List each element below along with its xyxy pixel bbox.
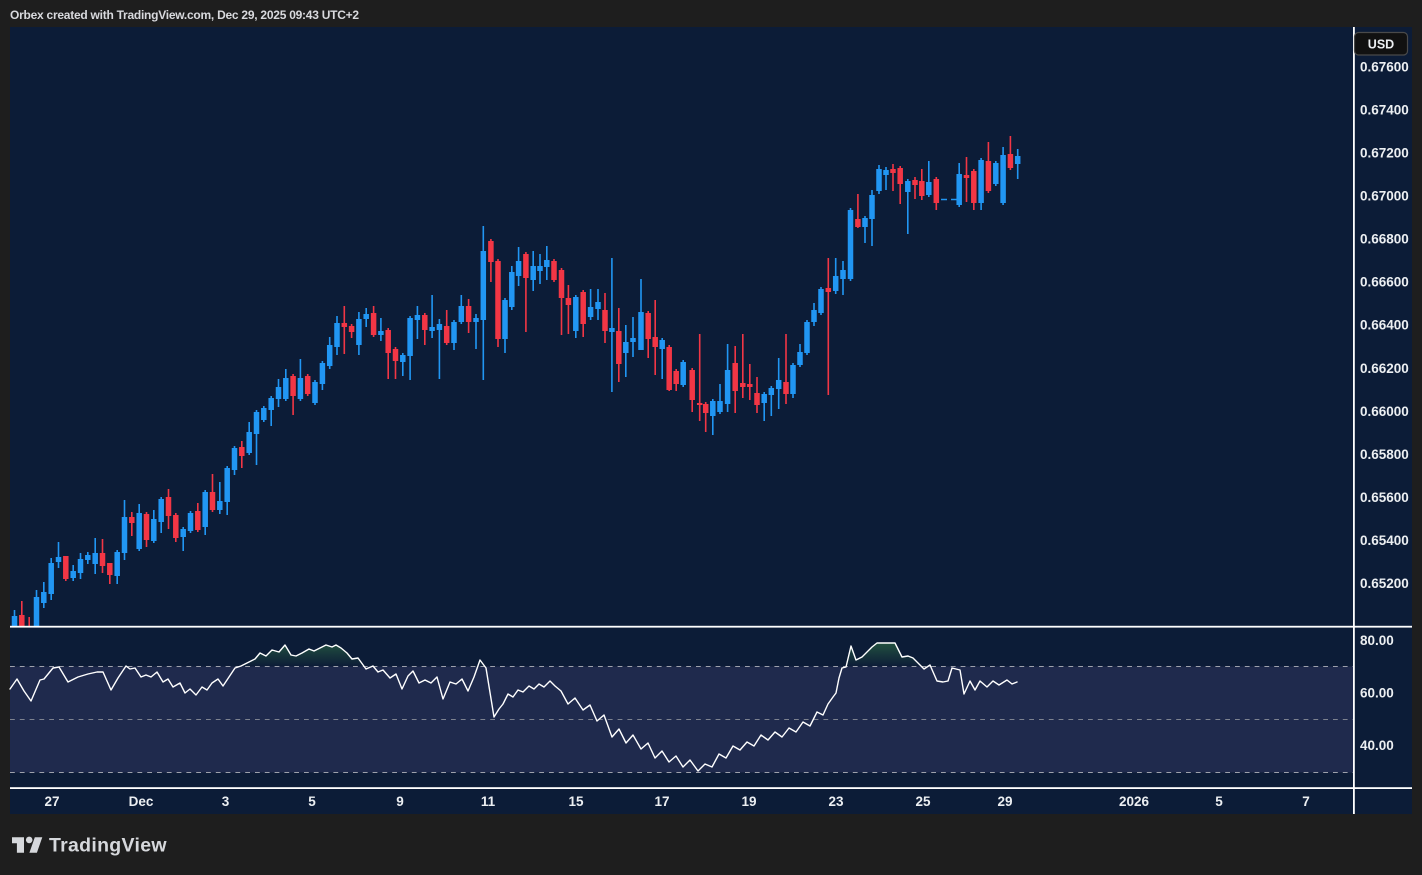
- svg-text:Dec: Dec: [129, 794, 154, 809]
- svg-text:2026: 2026: [1119, 794, 1150, 809]
- svg-text:Orbex created with TradingView: Orbex created with TradingView.com, Dec …: [10, 8, 359, 22]
- svg-text:0.66400: 0.66400: [1360, 318, 1409, 333]
- svg-text:11: 11: [481, 794, 496, 809]
- svg-text:0.66800: 0.66800: [1360, 232, 1409, 247]
- svg-text:0.66000: 0.66000: [1360, 404, 1409, 419]
- svg-text:80.00: 80.00: [1360, 633, 1394, 648]
- svg-text:0.66200: 0.66200: [1360, 361, 1409, 376]
- svg-text:40.00: 40.00: [1360, 738, 1394, 753]
- svg-text:3: 3: [222, 794, 230, 809]
- svg-text:29: 29: [997, 794, 1012, 809]
- svg-text:0.67000: 0.67000: [1360, 189, 1409, 204]
- svg-text:USD: USD: [1368, 38, 1394, 52]
- svg-text:27: 27: [44, 794, 59, 809]
- svg-text:0.65600: 0.65600: [1360, 490, 1409, 505]
- svg-text:0.66600: 0.66600: [1360, 275, 1409, 290]
- svg-text:19: 19: [741, 794, 756, 809]
- svg-text:0.67400: 0.67400: [1360, 102, 1409, 117]
- svg-text:7: 7: [1302, 794, 1310, 809]
- svg-text:25: 25: [915, 794, 931, 809]
- svg-text:9: 9: [396, 794, 404, 809]
- svg-text:TradingView: TradingView: [49, 834, 167, 856]
- svg-text:0.65200: 0.65200: [1360, 576, 1409, 591]
- svg-text:0.67600: 0.67600: [1360, 59, 1409, 74]
- svg-text:5: 5: [1215, 794, 1223, 809]
- svg-text:17: 17: [654, 794, 669, 809]
- svg-text:0.65800: 0.65800: [1360, 447, 1409, 462]
- svg-text:0.67200: 0.67200: [1360, 145, 1409, 160]
- svg-text:0.65400: 0.65400: [1360, 533, 1409, 548]
- svg-text:5: 5: [308, 794, 316, 809]
- svg-text:15: 15: [568, 794, 584, 809]
- svg-text:60.00: 60.00: [1360, 685, 1394, 700]
- svg-text:23: 23: [828, 794, 844, 809]
